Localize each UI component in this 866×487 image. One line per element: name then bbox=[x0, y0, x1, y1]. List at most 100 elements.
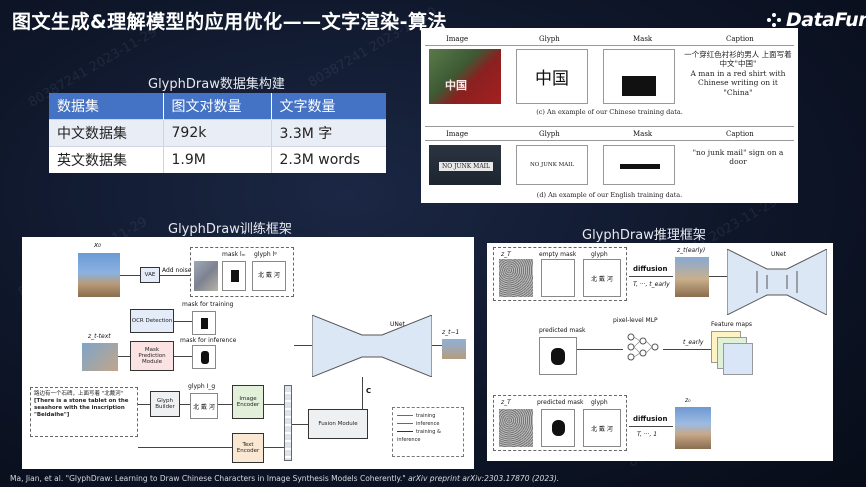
arrow bbox=[292, 424, 308, 425]
logo-text: DataFun. bbox=[786, 9, 866, 31]
glyph-box: 北 戴 河 bbox=[252, 261, 286, 291]
column-header: Glyph bbox=[539, 130, 560, 138]
column-header: Mask bbox=[633, 35, 653, 43]
mask-block bbox=[622, 76, 656, 96]
example-image-chinese: 中国 bbox=[429, 49, 501, 104]
arrow bbox=[160, 275, 190, 276]
empty-mask-box bbox=[541, 259, 575, 297]
zt-early-label: z_t-text bbox=[88, 333, 111, 340]
legend-text: training bbox=[416, 413, 436, 419]
arrow bbox=[264, 404, 284, 405]
column-header: Image bbox=[446, 35, 469, 43]
steps-label: T, ···, t_early bbox=[633, 281, 670, 288]
logo-icon bbox=[767, 13, 781, 27]
zt-early-label: z_t(early) bbox=[677, 247, 706, 254]
zT2-noise bbox=[499, 409, 533, 447]
table-row: 英文数据集 1.9M 2.3M words bbox=[49, 145, 386, 173]
legend-item-training: training bbox=[397, 412, 459, 420]
page-title: 图文生成&理解模型的应用优化——文字渲染-算法 bbox=[12, 11, 447, 33]
x0-label: x₀ bbox=[94, 241, 101, 249]
output-image bbox=[442, 339, 466, 359]
glyph-label: glyph bbox=[591, 251, 608, 258]
column-header: Image bbox=[446, 130, 469, 138]
arrow bbox=[138, 447, 232, 448]
glyph-box-english: NO JUNK MAIL bbox=[516, 145, 588, 185]
t-early-label: t_early bbox=[683, 339, 704, 346]
text-encoder-box: Text Encoder bbox=[232, 433, 264, 463]
mask-inference-label: mask for inference bbox=[180, 337, 237, 344]
mask-prediction-box: Mask Prediction Module bbox=[130, 341, 174, 371]
citation-main: Ma, Jian, et al. "GlyphDraw: Learning to… bbox=[10, 474, 406, 483]
mask-block bbox=[231, 270, 239, 282]
column-header: Glyph bbox=[539, 35, 560, 43]
unet-shape bbox=[727, 249, 827, 315]
unet-shape bbox=[312, 315, 432, 377]
training-framework-panel: x₀ VAE Add noise mask lₘ glyph lᵍ 北 戴 河 … bbox=[22, 237, 474, 469]
mask-block bbox=[201, 351, 209, 364]
diffusion-label: diffusion bbox=[633, 265, 668, 273]
mlp-label: pixel-level MLP bbox=[613, 317, 658, 324]
vae-box: VAE bbox=[140, 267, 160, 283]
table-cell: 792k bbox=[163, 118, 272, 146]
arrow bbox=[180, 404, 190, 405]
table-header: 图文对数量 bbox=[163, 93, 272, 119]
caption-english: "no junk mail" sign on a door bbox=[692, 148, 784, 167]
ocr-box: OCR Detection bbox=[130, 309, 174, 333]
divider bbox=[425, 45, 794, 46]
table-header-row: 数据集 图文对数量 文字数量 bbox=[49, 93, 386, 119]
glyph-box: 北 戴 河 bbox=[583, 259, 621, 297]
mask-label: mask lₘ bbox=[222, 251, 246, 258]
table-cell: 1.9M bbox=[163, 145, 272, 173]
mask-block bbox=[552, 420, 565, 436]
mask-inference-box bbox=[192, 345, 216, 369]
mask-box bbox=[222, 261, 246, 291]
caption-chinese-cn: 一个穿红色衬衫的男人 上面写着中文"中国" bbox=[684, 50, 792, 69]
arrow bbox=[264, 447, 284, 448]
example-image-text: 中国 bbox=[445, 79, 467, 92]
z0-label: z₀ bbox=[685, 397, 691, 404]
fusion-module-box: Fusion Module bbox=[308, 409, 368, 439]
inference-framework-panel: z_T empty mask glyph 北 戴 河 diffusion T, … bbox=[487, 243, 833, 461]
legend-item-both: training & inference bbox=[397, 428, 459, 444]
divider bbox=[425, 140, 794, 141]
unet-label: UNet bbox=[771, 251, 786, 258]
arrow bbox=[629, 276, 673, 277]
caption-chinese: 一个穿红色衬衫的男人 上面写着中文"中国" A man in a red shi… bbox=[683, 50, 793, 97]
arrow bbox=[709, 276, 727, 277]
column-header: Mask bbox=[633, 130, 653, 138]
legend-item-inference: inference bbox=[397, 420, 459, 428]
table-header: 数据集 bbox=[49, 93, 164, 119]
table-cell: 3.3M 字 bbox=[271, 118, 386, 146]
mask-box-english bbox=[603, 145, 675, 185]
zt-early-image bbox=[82, 343, 118, 371]
mask-training-label: mask for training bbox=[182, 301, 234, 308]
predicted-mask2-box bbox=[541, 409, 575, 447]
arrow bbox=[138, 404, 150, 405]
predicted-mask-label: predicted mask bbox=[539, 327, 586, 334]
arrow bbox=[663, 349, 711, 350]
table-cell: 2.3M words bbox=[271, 145, 386, 173]
mask-block bbox=[620, 164, 660, 169]
table-row: 中文数据集 792k 3.3M 字 bbox=[49, 118, 386, 146]
table-cell: 英文数据集 bbox=[49, 145, 164, 173]
zT-label: z_T bbox=[501, 251, 511, 258]
unet-label: UNet bbox=[390, 321, 405, 328]
arrow bbox=[294, 345, 312, 346]
table-cell: 中文数据集 bbox=[49, 118, 164, 146]
add-noise-label: Add noise bbox=[162, 267, 192, 274]
feature-map bbox=[723, 343, 753, 375]
zt-early-image bbox=[675, 257, 709, 297]
english-example-label: (d) An example of our English training d… bbox=[536, 191, 683, 199]
table-header: 文字数量 bbox=[271, 93, 386, 119]
inference-framework-title: GlyphDraw推理框架 bbox=[582, 228, 706, 243]
arrow bbox=[362, 377, 363, 409]
diffusion2-label: diffusion bbox=[633, 415, 668, 423]
dataset-table: 数据集 图文对数量 文字数量 中文数据集 792k 3.3M 字 英文数据集 1… bbox=[49, 93, 386, 173]
glyph-ig-label: glyph I_g bbox=[188, 383, 216, 390]
glyph-box-chinese: 中国 bbox=[516, 49, 588, 104]
arrow bbox=[174, 356, 192, 357]
glyph-ig-box: 北 戴 河 bbox=[190, 393, 218, 419]
prompt-cn: 路边有一个石碑，上面写着 "北戴河" bbox=[34, 391, 124, 397]
predicted-mask-box bbox=[539, 337, 577, 375]
c-label: C bbox=[366, 387, 372, 395]
